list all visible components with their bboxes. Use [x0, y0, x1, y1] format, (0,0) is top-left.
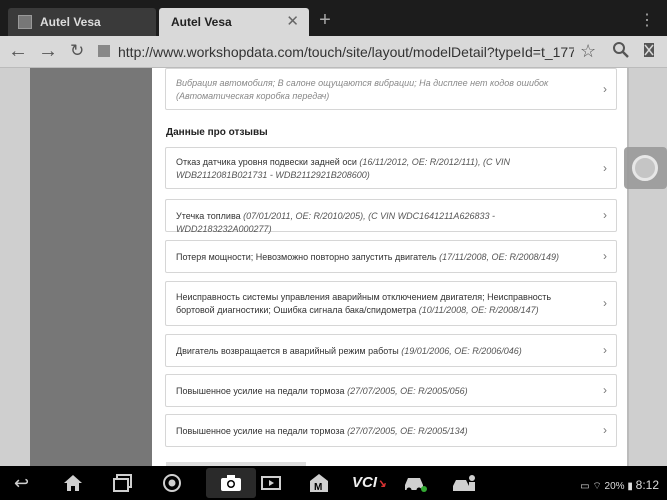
- url-field[interactable]: http://www.workshopdata.com/touch/site/l…: [118, 44, 574, 60]
- list-item[interactable]: Вибрация автомобиля; В салоне ощущаются …: [165, 68, 617, 110]
- recall-meta: (27/07/2005, OE: R/2005/134): [347, 426, 468, 436]
- car-person-icon[interactable]: [450, 473, 478, 499]
- bookmark-star-icon[interactable]: ☆: [580, 41, 596, 61]
- chrome-icon[interactable]: [162, 473, 182, 497]
- recall-item[interactable]: Повышенное усилие на педали тормоза (27/…: [165, 374, 617, 407]
- m-app-icon[interactable]: M: [308, 473, 330, 497]
- battery-icon: ▮: [627, 481, 633, 492]
- recall-meta: (17/11/2008, OE: R/2008/149): [439, 252, 560, 262]
- recall-item[interactable]: Повышенное усилие на педали тормоза (27/…: [165, 414, 617, 447]
- recall-title: Потеря мощности; Невозможно повторно зап…: [176, 252, 437, 262]
- close-tab-icon[interactable]: ✕: [286, 12, 299, 30]
- back-icon[interactable]: ↩: [14, 473, 29, 493]
- chevron-right-icon: ›: [603, 296, 607, 310]
- battery-percent: 20%: [604, 481, 625, 492]
- tab-inactive[interactable]: Autel Vesa: [8, 8, 156, 36]
- floating-assistive-button[interactable]: [624, 147, 667, 189]
- tab-favicon-icon: [18, 15, 32, 29]
- recall-meta: (10/11/2008, OE: R/2008/147): [418, 305, 539, 315]
- chevron-right-icon: ›: [603, 82, 607, 96]
- new-tab-icon[interactable]: +: [314, 10, 336, 32]
- recall-item[interactable]: Неисправность системы управления аварийн…: [165, 281, 617, 326]
- section-title: Данные про отзывы: [166, 127, 268, 138]
- chevron-right-icon: ›: [603, 208, 607, 222]
- screen-record-icon[interactable]: [260, 473, 282, 497]
- reload-icon[interactable]: ↻: [70, 41, 84, 61]
- tab-title: Autel Vesa: [171, 15, 232, 29]
- recall-meta: (19/01/2006, OE: R/2006/046): [401, 346, 522, 356]
- tab-active[interactable]: Autel Vesa ✕: [159, 8, 309, 36]
- recall-meta: (27/07/2005, OE: R/2005/056): [347, 386, 468, 396]
- clock: 8:12: [635, 478, 659, 492]
- back-arrow-icon[interactable]: ←: [8, 41, 28, 61]
- vci-icon[interactable]: VCI↘: [352, 473, 386, 494]
- page-content: Вибрация автомобиля; В салоне ощущаются …: [152, 68, 627, 466]
- recall-item[interactable]: Утечка топлива (07/01/2011, OE: R/2010/2…: [165, 199, 617, 234]
- list-item-text: Вибрация автомобиля; В салоне ощущаются …: [176, 78, 549, 101]
- car-icon[interactable]: [402, 473, 428, 497]
- system-navigation-bar: ↩ M VCI↘ ▭ ⌔ 20% ▮ 8:12: [0, 466, 667, 500]
- browser-tab-bar: Autel Vesa Autel Vesa ✕ + ⋮: [0, 0, 667, 36]
- web-page: Вибрация автомобиля; В салоне ощущаются …: [0, 68, 667, 466]
- chevron-right-icon: ›: [603, 249, 607, 263]
- chevron-right-icon: ›: [603, 423, 607, 437]
- address-bar: ← → ↻ http://www.workshopdata.com/touch/…: [0, 36, 667, 68]
- recall-item[interactable]: Отказ датчика уровня подвески задней оси…: [165, 147, 617, 189]
- page-edge: [627, 68, 629, 466]
- screen-icon: ▭: [580, 481, 590, 492]
- home-icon[interactable]: [62, 473, 84, 497]
- camera-icon[interactable]: [206, 468, 256, 498]
- recall-title: Отказ датчика уровня подвески задней оси: [176, 157, 357, 167]
- broadcast-icon[interactable]: [640, 41, 658, 63]
- page-left-sidebar: [30, 68, 152, 466]
- recall-title: Повышенное усилие на педали тормоза: [176, 386, 345, 396]
- tab-title: Autel Vesa: [40, 15, 101, 29]
- chevron-right-icon: ›: [603, 161, 607, 175]
- chevron-right-icon: ›: [603, 383, 607, 397]
- search-icon[interactable]: [612, 41, 630, 63]
- circle-icon: [632, 155, 658, 181]
- forward-arrow-icon[interactable]: →: [38, 41, 58, 61]
- status-area: ▭ ⌔ 20% ▮ 8:12: [580, 478, 659, 493]
- recent-apps-icon[interactable]: [112, 473, 134, 497]
- wifi-icon: ⌔: [592, 481, 602, 492]
- recall-title: Повышенное усилие на педали тормоза: [176, 426, 345, 436]
- svg-text:M: M: [314, 482, 322, 493]
- recall-item[interactable]: Потеря мощности; Невозможно повторно зап…: [165, 240, 617, 273]
- site-favicon-icon: [98, 45, 110, 57]
- chevron-right-icon: ›: [603, 343, 607, 357]
- overflow-menu-icon[interactable]: ⋮: [639, 10, 655, 30]
- recall-item[interactable]: Двигатель возвращается в аварийный режим…: [165, 334, 617, 367]
- recall-title: Двигатель возвращается в аварийный режим…: [176, 346, 399, 356]
- recall-title: Утечка топлива: [176, 211, 241, 221]
